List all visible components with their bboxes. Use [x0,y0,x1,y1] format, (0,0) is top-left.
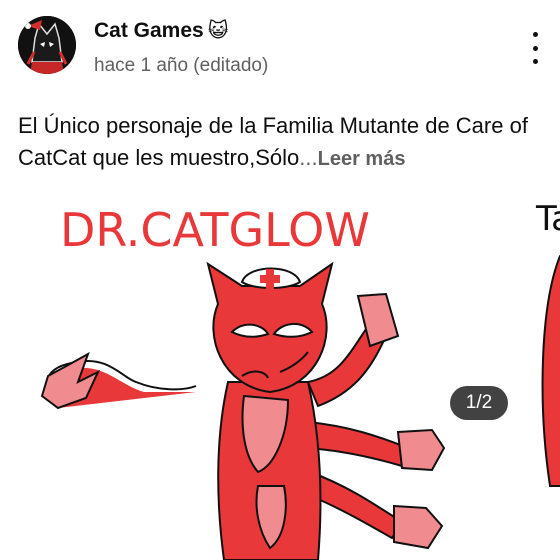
post-image[interactable]: DR.CATGLOW 1/2 [18,186,522,560]
channel-name-text: Cat Games [94,19,204,42]
post-image-carousel[interactable]: DR.CATGLOW 1/2 T [0,186,560,560]
channel-avatar[interactable] [18,16,76,74]
drawing-title: DR.CATGLOW [60,203,370,257]
avatar-image [18,16,76,74]
next-image-text: Ta [535,199,560,239]
image-counter-badge: 1/2 [450,386,508,420]
read-more-link[interactable]: Leer más [318,148,406,170]
next-image-peek[interactable]: Ta [530,186,560,560]
more-vert-icon[interactable] [518,30,552,66]
post-text-preview: El Único personaje de la Familia Mutante… [18,113,528,170]
post-text: El Único personaje de la Familia Mutante… [18,110,542,175]
channel-name[interactable]: Cat Games 😺 [94,18,229,43]
post-text-ellipsis: ... [299,145,318,170]
post-timestamp: hace 1 año (editado) [94,55,269,76]
next-image-drawing: Ta [535,199,560,487]
cat-emoji-icon: 😺 [207,20,229,42]
character-drawing: DR.CATGLOW [40,203,446,560]
